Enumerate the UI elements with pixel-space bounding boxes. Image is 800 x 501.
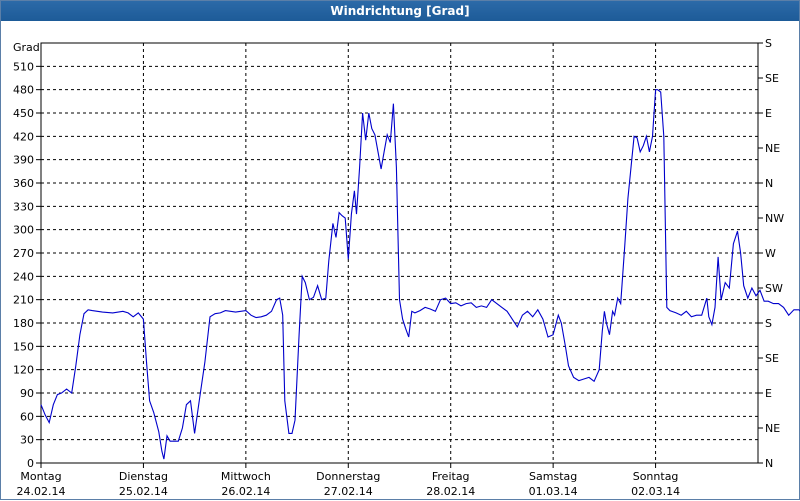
x-tick-day: Mittwoch <box>221 470 271 483</box>
x-tick-date: 01.03.14 <box>529 485 578 498</box>
x-tick-date: 25.02.14 <box>119 485 168 498</box>
y-tick-label: 60 <box>20 410 34 423</box>
x-tick-day: Sonntag <box>633 470 679 483</box>
y-tick-label: 180 <box>13 317 34 330</box>
y-tick-label: 270 <box>13 247 34 260</box>
x-tick-day: Dienstag <box>119 470 168 483</box>
grid <box>41 43 758 463</box>
y-tick-label: 120 <box>13 364 34 377</box>
x-axis: Montag 24.02.14 Dienstag 25.02.14 Mittwoch 26… <box>17 463 680 498</box>
y2-tick-label: SW <box>765 282 783 295</box>
plot-border <box>40 42 759 464</box>
y-tick-label: 450 <box>13 107 34 120</box>
x-tick-date: 26.02.14 <box>221 485 270 498</box>
x-tick-date: 28.02.14 <box>426 485 475 498</box>
y-axis-label: Grad <box>13 41 40 54</box>
y-tick-label: 330 <box>13 200 34 213</box>
x-tick-day: Montag <box>20 470 61 483</box>
series-group <box>40 89 800 460</box>
y-tick-label: 510 <box>13 60 34 73</box>
y-tick-label: 390 <box>13 154 34 167</box>
y2-tick-label: N <box>765 457 773 470</box>
y2-tick-label: NE <box>765 422 780 435</box>
x-tick-date: 24.02.14 <box>17 485 66 498</box>
x-tick-date: 27.02.14 <box>324 485 373 498</box>
y-axis: 0 30 60 90 120 150 180 210 240 270 300 330 360 390 420… <box>13 60 41 470</box>
y2-tick-label: S <box>765 37 772 50</box>
y-tick-label: 300 <box>13 224 34 237</box>
y-tick-label: 210 <box>13 294 34 307</box>
y2-tick-label: SE <box>765 352 779 365</box>
y2-tick-label: N <box>765 177 773 190</box>
series-line <box>40 89 800 460</box>
x-tick-day: Freitag <box>432 470 470 483</box>
y-tick-label: 90 <box>20 387 34 400</box>
y-tick-label: 150 <box>13 340 34 353</box>
y2-tick-label: S <box>765 317 772 330</box>
y-tick-label: 360 <box>13 177 34 190</box>
y-tick-label: 240 <box>13 270 34 283</box>
y-tick-label: 30 <box>20 434 34 447</box>
x-tick-date: 02.03.14 <box>631 485 680 498</box>
y2-tick-label: E <box>765 387 772 400</box>
y2-tick-label: NW <box>765 212 784 225</box>
x-tick-day: Donnerstag <box>316 470 380 483</box>
y-tick-label: 480 <box>13 84 34 97</box>
y2-tick-label: E <box>765 107 772 120</box>
y2-axis: N NE E SE S SW W NW N NE E SE S <box>758 37 784 470</box>
x-tick-day: Samstag <box>529 470 577 483</box>
y-tick-label: 0 <box>27 457 34 470</box>
plot-frame <box>40 42 759 464</box>
y-tick-label: 420 <box>13 130 34 143</box>
y2-tick-label: NE <box>765 142 780 155</box>
y2-tick-label: SE <box>765 72 779 85</box>
y2-tick-label: W <box>765 247 776 260</box>
chart-window: Windrichtung [Grad] 0 30 60 90 120 150 180 210 2… <box>0 0 800 500</box>
plot-area: 0 30 60 90 120 150 180 210 240 270 300 330 360 390 420… <box>13 37 800 498</box>
